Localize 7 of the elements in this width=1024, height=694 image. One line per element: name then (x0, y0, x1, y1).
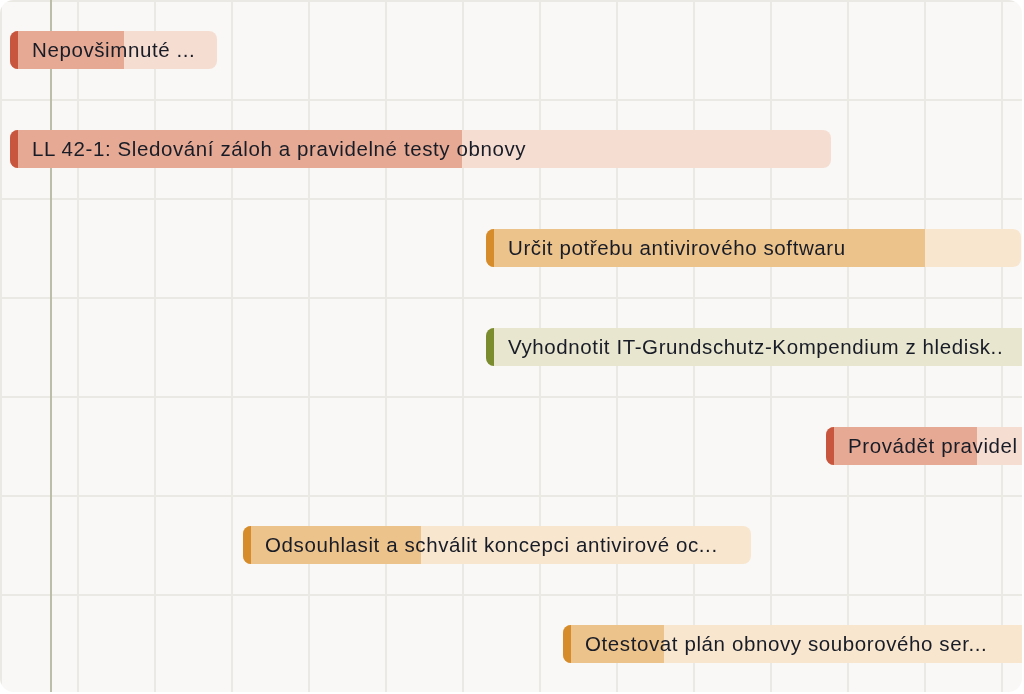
task-bar[interactable]: LL 42-1: Sledování záloh a pravidelné testy obnovy (10, 130, 831, 168)
task-bar[interactable]: Nepovšimnuté ... (10, 31, 217, 69)
task-bar[interactable]: Odsouhlasit a schválit koncepci antivirové oc... (243, 526, 751, 564)
task-bar[interactable]: Otestovat plán obnovy souborového ser... (563, 625, 1022, 663)
task-bar[interactable]: Provádět pravidel (826, 427, 1022, 465)
task-bar[interactable]: Vyhodnotit IT-Grundschutz-Kompendium z hledisk.. (486, 328, 1022, 366)
task-bar[interactable]: Určit potřebu antivirového softwaru (486, 229, 1021, 267)
